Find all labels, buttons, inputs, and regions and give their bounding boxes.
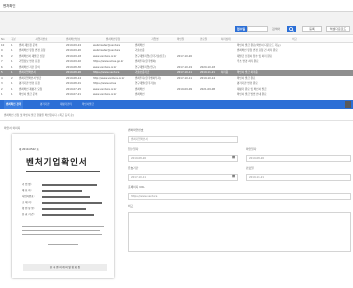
- field-label: 확인일자: [246, 147, 257, 151]
- doc-number: 제 2019-0542 호: [19, 148, 39, 151]
- doc-field: 확 인 유 형 :: [22, 207, 36, 210]
- search-icon: [289, 26, 294, 32]
- panel-toggle-button[interactable]: [345, 101, 351, 108]
- table-cell: 1: [11, 93, 13, 97]
- doc-title: 벤처기업확인서: [26, 158, 88, 168]
- certificate-image: 제 2019-0542 호 벤처기업확인서 기 업 명 : 대 표 자 : 사업…: [12, 134, 114, 278]
- doc-text-line: [22, 226, 104, 227]
- doc-redaction: [42, 190, 82, 192]
- page-title: 벤처확인: [3, 4, 16, 8]
- image-label: 확인서 이미지: [4, 126, 21, 130]
- tab-venture-management[interactable]: 벤처확인 관리: [4, 100, 24, 109]
- field-label: 홈페이지 URL: [128, 185, 145, 189]
- doc-redaction: [42, 208, 86, 210]
- doc-redaction: [42, 184, 97, 186]
- homepage-url-field[interactable]: https://www.venture: [128, 193, 351, 200]
- data-table: No 구분 사업자번호 벤처확인번호 벤처확인유형 기업명 확인일 만료일 처리…: [0, 37, 353, 98]
- period-select[interactable]: 접수일: [235, 26, 247, 32]
- table-row[interactable]: 1 1 확인서 발급 문의 2019-07-21 www.venture.or.…: [0, 92, 353, 98]
- doc-field: 기 업 명 :: [22, 183, 33, 186]
- doc-text-line: [48, 244, 78, 245]
- doc-footer: 한 국 벤 처 캐 피 탈 협 회 장: [23, 264, 107, 271]
- doc-field: 소 재 지 :: [22, 201, 33, 204]
- table-cell: 1: [1, 93, 3, 97]
- table-cell: 벤처확인: [135, 93, 145, 97]
- doc-field: 대 표 자 :: [22, 189, 33, 192]
- section-description: 벤처확인 신청 및 확인서 발급 현황을 확인합니다. (최근 등록 순): [4, 114, 74, 117]
- table-cell: [199, 92, 220, 98]
- field-label: 유효기간: [128, 166, 139, 170]
- doc-underline: [26, 171, 100, 172]
- doc-text-line: [22, 230, 100, 231]
- table-cell: [220, 92, 236, 98]
- valid-to-field[interactable]: 2019-11-21: [246, 174, 351, 181]
- memo-textarea[interactable]: [128, 212, 351, 252]
- doc-redaction: [42, 214, 94, 216]
- tab-reevaluation[interactable]: 재평가관리: [60, 100, 72, 109]
- doc-redaction: [42, 202, 102, 204]
- tab-evaluation-agency[interactable]: 평가기관: [40, 100, 50, 109]
- excel-download-button[interactable]: 엑셀다운로드: [326, 26, 350, 32]
- calendar-icon[interactable]: ▦: [232, 174, 235, 179]
- field-label: 비고: [128, 204, 134, 208]
- filter-panel: [0, 12, 353, 35]
- table-cell: [176, 92, 199, 98]
- register-button[interactable]: 등록: [302, 26, 322, 32]
- search-input[interactable]: [247, 26, 268, 32]
- search-button[interactable]: [287, 26, 296, 32]
- field-label: 벤처확인번호: [128, 128, 144, 132]
- divider: [0, 120, 353, 121]
- table-cell: 2019-07-21: [66, 93, 82, 97]
- table-cell: 확인서 발급 방법 안내 완료: [237, 93, 267, 97]
- valid-from-field[interactable]: 2017-10-11: [128, 174, 238, 181]
- search-label: 검색어: [272, 27, 281, 31]
- doc-text-line: [22, 234, 102, 235]
- confirm-date-field[interactable]: 2019-08-26: [246, 155, 351, 162]
- field-label: 접수일자: [128, 147, 139, 151]
- certificate-number-field[interactable]: 벤처기업확인서: [128, 136, 238, 143]
- field-label: 만료일: [246, 166, 254, 170]
- table-cell: www.venture.or.kr: [93, 93, 117, 97]
- doc-field: 유 효 기 간 :: [22, 213, 36, 216]
- doc-field: 사업자번호 :: [22, 195, 36, 198]
- receipt-date-field[interactable]: 2019-08-26: [128, 155, 238, 162]
- tab-bar: [0, 100, 353, 109]
- tab-certificate-issue[interactable]: 확인서발급: [82, 100, 94, 109]
- table-cell: 확인서 발급 문의: [19, 93, 38, 97]
- calendar-icon[interactable]: ▦: [232, 155, 235, 160]
- doc-redaction: [42, 196, 90, 198]
- app-window: 벤처확인 접수일 검색어 등록 엑셀다운로드 No 구분 사업자번호 벤처확인번…: [0, 0, 353, 288]
